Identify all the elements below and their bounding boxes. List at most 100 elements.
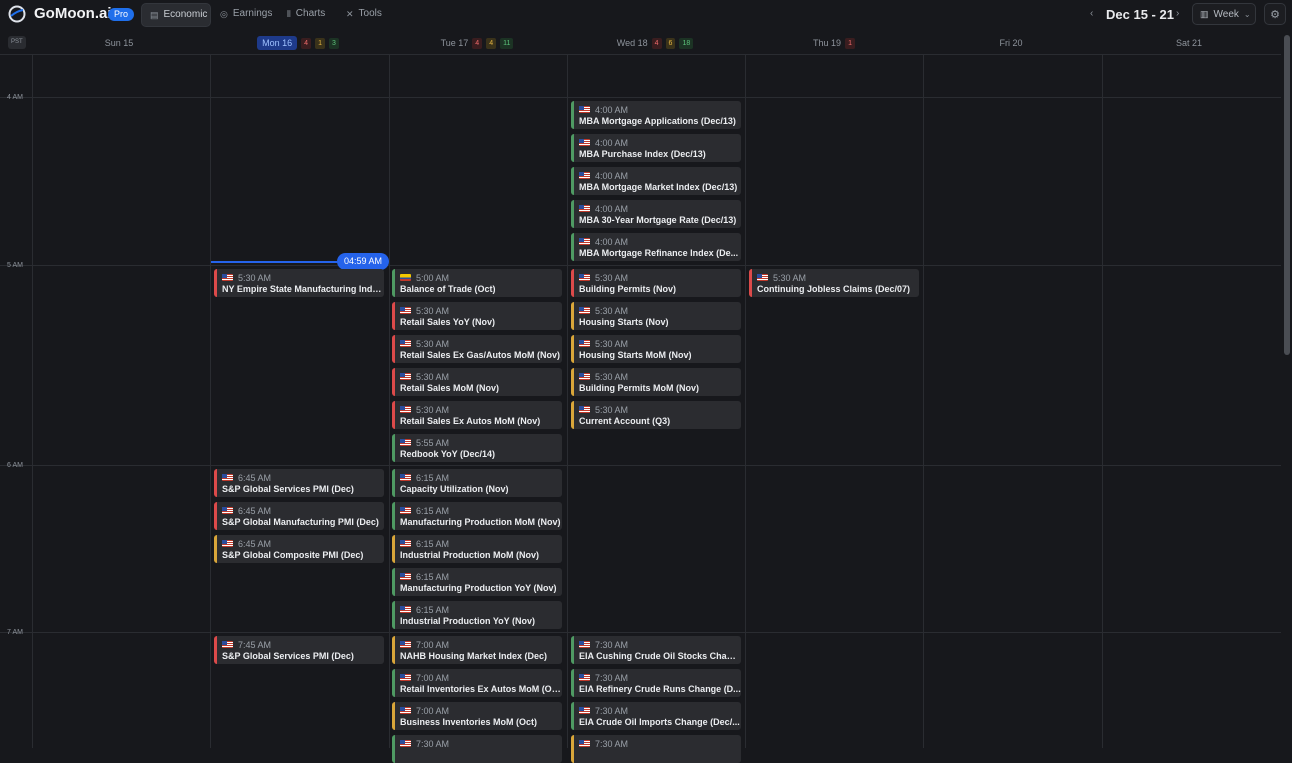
event-header: 4:00 AM: [579, 236, 741, 247]
event-card[interactable]: 4:00 AM MBA Mortgage Market Index (Dec/13…: [571, 167, 741, 195]
event-header: 7:30 AM: [400, 738, 562, 749]
event-time: 6:15 AM: [416, 571, 450, 582]
event-time: 7:45 AM: [238, 639, 272, 650]
us-flag-icon: [579, 205, 590, 212]
event-title: MBA Mortgage Applications (Dec/13): [579, 116, 736, 126]
chevron-left-icon[interactable]: ‹: [1090, 8, 1093, 19]
us-flag-icon: [400, 507, 411, 514]
event-card[interactable]: 6:15 AM Capacity Utilization (Nov): [392, 469, 562, 497]
day-header-fri[interactable]: Fri 20: [922, 33, 1100, 53]
event-header: 5:55 AM: [400, 437, 562, 448]
event-card[interactable]: 5:30 AM Continuing Jobless Claims (Dec/07…: [749, 269, 919, 297]
calendar-icon: ▤: [150, 10, 159, 20]
us-flag-icon: [579, 674, 590, 681]
event-card[interactable]: 5:30 AM Building Permits MoM (Nov): [571, 368, 741, 396]
event-card[interactable]: 5:30 AM Retail Sales Ex Gas/Autos MoM (No…: [392, 335, 562, 363]
day-label: Sat 21: [1175, 38, 1203, 48]
gear-icon: ⚙: [1270, 9, 1280, 21]
event-time: 7:30 AM: [595, 672, 629, 683]
event-time: 6:15 AM: [416, 538, 450, 549]
day-header-sun[interactable]: Sun 15: [30, 33, 208, 53]
event-card[interactable]: 5:30 AM Retail Sales MoM (Nov): [392, 368, 562, 396]
event-header: 7:45 AM: [222, 639, 384, 650]
event-card[interactable]: 4:00 AM MBA Purchase Index (Dec/13): [571, 134, 741, 162]
event-card[interactable]: 5:30 AM Housing Starts MoM (Nov): [571, 335, 741, 363]
tab-tools[interactable]: ✕ Tools: [338, 3, 390, 25]
event-card[interactable]: 7:30 AM: [392, 735, 562, 763]
us-flag-icon: [579, 707, 590, 714]
event-title: EIA Crude Oil Imports Change (Dec/...: [579, 717, 740, 727]
day-header-sat[interactable]: Sat 21: [1100, 33, 1278, 53]
event-time: 5:30 AM: [416, 371, 450, 382]
event-title: Retail Sales Ex Gas/Autos MoM (Nov): [400, 350, 561, 360]
event-header: 5:30 AM: [579, 272, 741, 283]
event-card[interactable]: 6:45 AM S&P Global Composite PMI (Dec): [214, 535, 384, 563]
us-flag-icon: [222, 474, 233, 481]
event-title: S&P Global Services PMI (Dec): [222, 651, 354, 661]
high-impact-count: 4: [472, 37, 483, 49]
chevron-right-icon[interactable]: ›: [1176, 8, 1179, 19]
event-title: EIA Refinery Crude Runs Change (D...: [579, 684, 741, 694]
event-card[interactable]: 7:30 AM: [571, 735, 741, 763]
event-card[interactable]: 6:15 AM Manufacturing Production YoY (Nov…: [392, 568, 562, 596]
event-card[interactable]: 6:15 AM Manufacturing Production MoM (Nov…: [392, 502, 562, 530]
moon-logo-icon[interactable]: [8, 5, 26, 23]
event-card[interactable]: 5:30 AM Building Permits (Nov): [571, 269, 741, 297]
medium-impact-count: 6: [665, 37, 676, 49]
event-card[interactable]: 7:45 AM S&P Global Services PMI (Dec): [214, 636, 384, 664]
high-impact-count: 1: [845, 37, 855, 49]
event-title: S&P Global Services PMI (Dec): [222, 484, 354, 494]
event-title: Housing Starts (Nov): [579, 317, 669, 327]
event-title: Manufacturing Production MoM (Nov): [400, 517, 561, 527]
event-header: 6:15 AM: [400, 505, 562, 516]
tab-earnings[interactable]: ◎ Earnings: [212, 3, 280, 25]
event-title: EIA Cushing Crude Oil Stocks Chang...: [579, 651, 741, 661]
event-header: 6:45 AM: [222, 538, 384, 549]
event-card[interactable]: 7:00 AM NAHB Housing Market Index (Dec): [392, 636, 562, 664]
day-header-tue[interactable]: Tue 17 4 4 11: [388, 33, 566, 53]
event-card[interactable]: 5:55 AM Redbook YoY (Dec/14): [392, 434, 562, 462]
tab-economic[interactable]: ▤ Economic: [141, 3, 211, 27]
us-flag-icon: [579, 641, 590, 648]
event-header: 5:30 AM: [579, 338, 741, 349]
settings-button[interactable]: ⚙: [1264, 3, 1286, 25]
event-title: MBA Mortgage Refinance Index (De...: [579, 248, 739, 258]
event-card[interactable]: 6:15 AM Industrial Production MoM (Nov): [392, 535, 562, 563]
day-header-mon[interactable]: Mon 16 4 1 3: [209, 33, 387, 53]
event-title: Industrial Production YoY (Nov): [400, 616, 536, 626]
us-flag-icon: [400, 641, 411, 648]
event-header: 4:00 AM: [579, 137, 741, 148]
event-card[interactable]: 5:30 AM NY Empire State Manufacturing Ind…: [214, 269, 384, 297]
event-title: NY Empire State Manufacturing Inde...: [222, 284, 384, 294]
event-card[interactable]: 7:00 AM Retail Inventories Ex Autos MoM (…: [392, 669, 562, 697]
event-card[interactable]: 5:30 AM Retail Sales YoY (Nov): [392, 302, 562, 330]
grid-column-line: [1102, 54, 1103, 748]
event-card[interactable]: 4:00 AM MBA Mortgage Applications (Dec/13…: [571, 101, 741, 129]
brand-name[interactable]: GoMoon.ai: [34, 5, 112, 22]
view-select[interactable]: ▥ Week ⌄: [1192, 3, 1256, 25]
event-title: Balance of Trade (Oct): [400, 284, 496, 294]
tab-label: Charts: [295, 8, 326, 19]
event-card[interactable]: 6:15 AM Industrial Production YoY (Nov): [392, 601, 562, 629]
scrollbar-thumb[interactable]: [1284, 35, 1290, 355]
high-impact-count: 4: [301, 37, 312, 49]
us-flag-icon: [400, 406, 411, 413]
grid-line: [0, 97, 1281, 98]
event-card[interactable]: 5:00 AM Balance of Trade (Oct): [392, 269, 562, 297]
event-card[interactable]: 6:45 AM S&P Global Manufacturing PMI (Dec…: [214, 502, 384, 530]
event-header: 5:30 AM: [400, 338, 562, 349]
day-header-thu[interactable]: Thu 19 1: [745, 33, 923, 53]
event-card[interactable]: 6:45 AM S&P Global Services PMI (Dec): [214, 469, 384, 497]
event-card[interactable]: 7:30 AM EIA Cushing Crude Oil Stocks Chan…: [571, 636, 741, 664]
event-card[interactable]: 7:30 AM EIA Crude Oil Imports Change (Dec…: [571, 702, 741, 730]
event-card[interactable]: 5:30 AM Retail Sales Ex Autos MoM (Nov): [392, 401, 562, 429]
event-card[interactable]: 7:00 AM Business Inventories MoM (Oct): [392, 702, 562, 730]
event-card[interactable]: 4:00 AM MBA 30-Year Mortgage Rate (Dec/13…: [571, 200, 741, 228]
event-header: 5:30 AM: [579, 404, 741, 415]
event-card[interactable]: 5:30 AM Current Account (Q3): [571, 401, 741, 429]
event-card[interactable]: 5:30 AM Housing Starts (Nov): [571, 302, 741, 330]
event-card[interactable]: 7:30 AM EIA Refinery Crude Runs Change (D…: [571, 669, 741, 697]
tab-charts[interactable]: ⫴ Charts: [279, 3, 333, 25]
day-header-wed[interactable]: Wed 18 4 6 18: [566, 33, 744, 53]
event-card[interactable]: 4:00 AM MBA Mortgage Refinance Index (De.…: [571, 233, 741, 261]
